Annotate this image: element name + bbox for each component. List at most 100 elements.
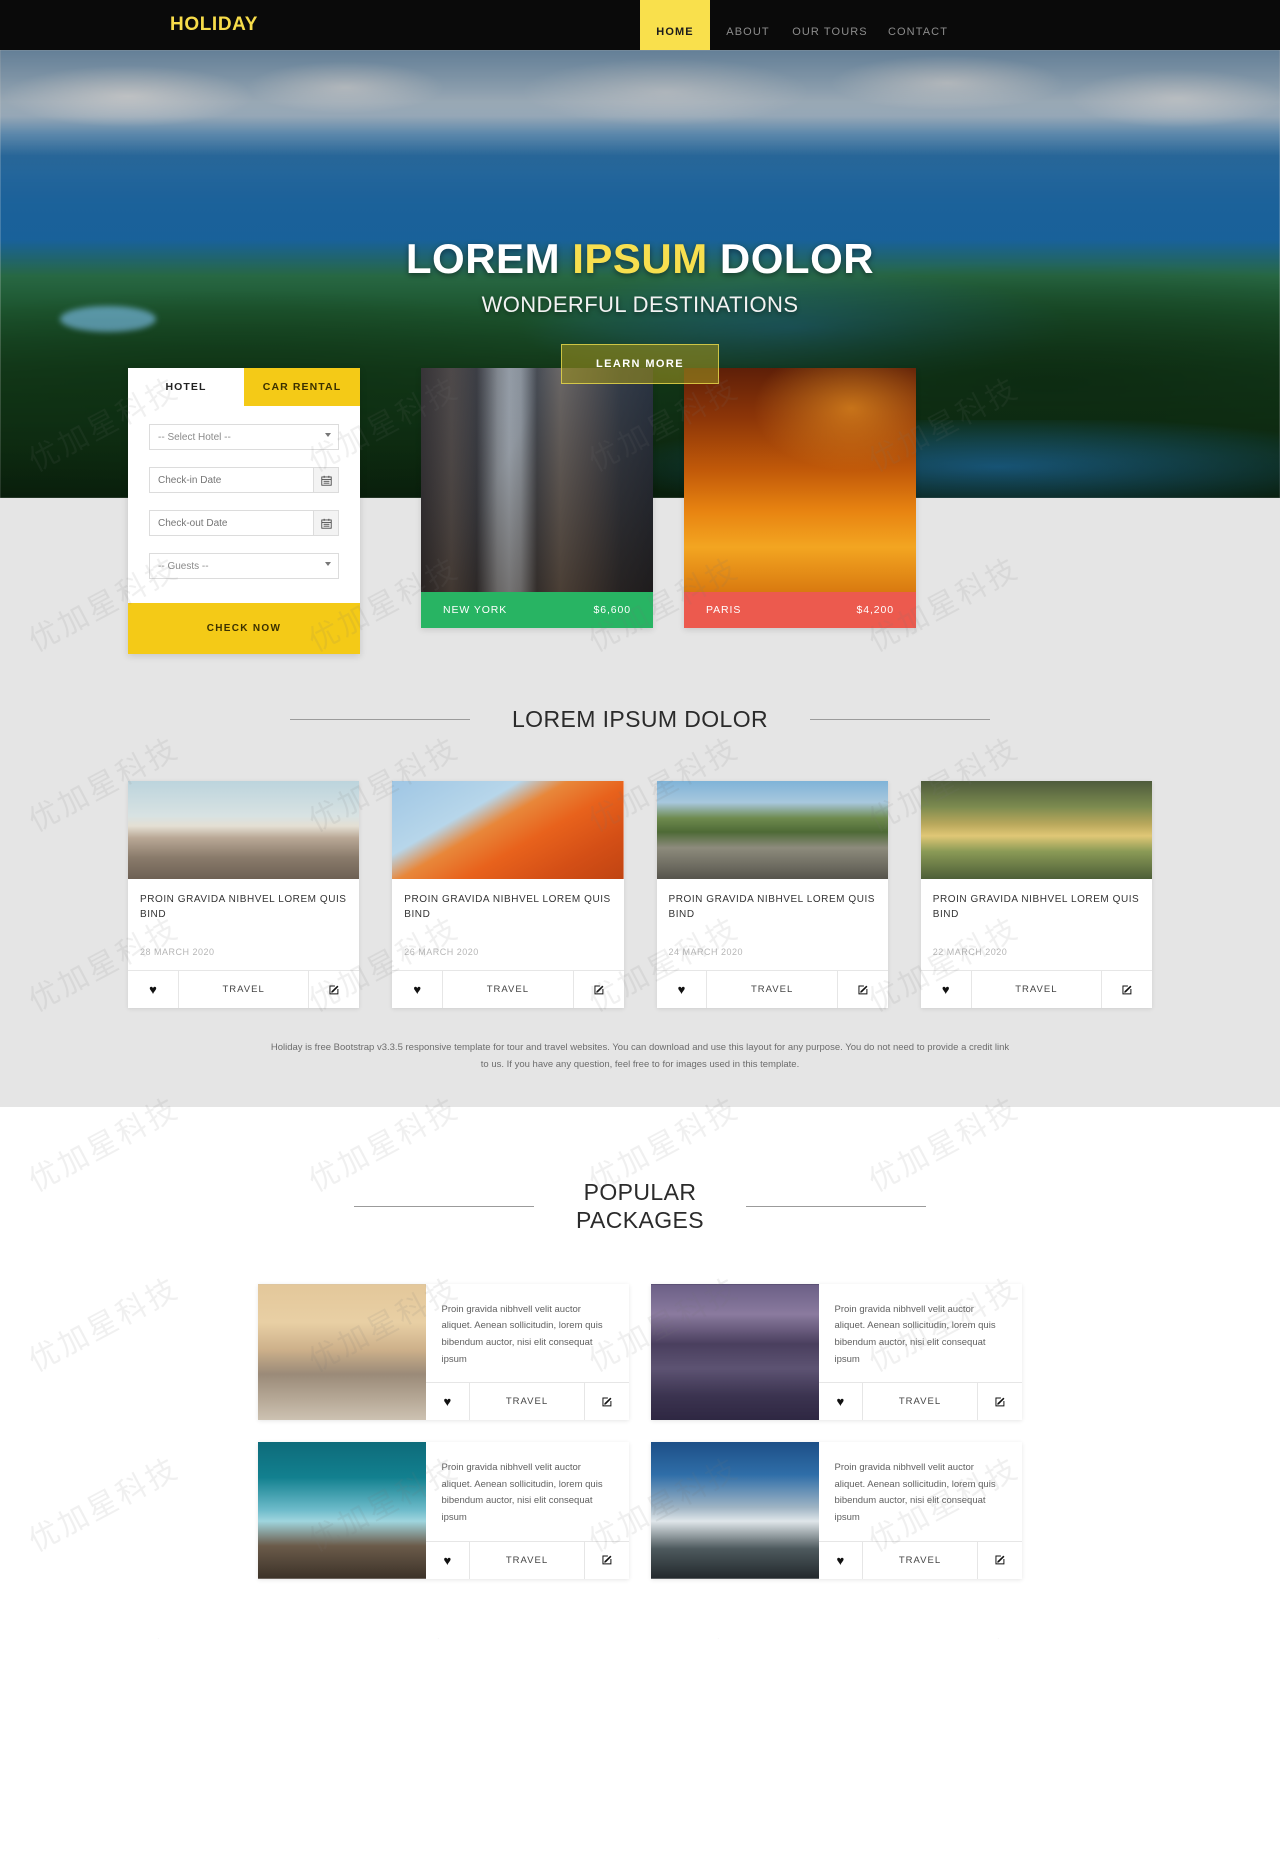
checkin-calendar-icon[interactable] bbox=[313, 467, 339, 493]
checkout-calendar-icon[interactable] bbox=[313, 510, 339, 536]
package-category-label[interactable]: TRAVEL bbox=[863, 1542, 977, 1579]
template-credit-text: Holiday is free Bootstrap v3.3.5 respons… bbox=[270, 1042, 1010, 1070]
tour-card[interactable]: PROIN GRAVIDA NIBHVEL LOREM QUIS BIND 24… bbox=[656, 781, 888, 1009]
destination-image-new-york bbox=[421, 368, 653, 592]
tour-card-footer: ♥ TRAVEL bbox=[656, 970, 888, 1009]
tour-card-footer: ♥ TRAVEL bbox=[920, 970, 1152, 1009]
check-now-button[interactable]: CHECK NOW bbox=[128, 603, 360, 654]
heart-icon[interactable]: ♥ bbox=[426, 1383, 471, 1421]
guests-select-field: -- Guests -- bbox=[149, 553, 339, 579]
tour-date: 22 MARCH 2020 bbox=[932, 947, 1008, 958]
hotel-select[interactable]: -- Select Hotel -- bbox=[149, 424, 339, 450]
divider-right bbox=[810, 719, 990, 721]
package-image-canal bbox=[650, 1283, 819, 1421]
package-category-label[interactable]: TRAVEL bbox=[470, 1383, 584, 1420]
edit-icon[interactable] bbox=[308, 971, 359, 1009]
package-content: Proin gravida nibhvell velit auctor aliq… bbox=[425, 1442, 629, 1579]
tour-body: PROIN GRAVIDA NIBHVEL LOREM QUIS BIND bbox=[392, 879, 623, 947]
heart-icon[interactable]: ♥ bbox=[426, 1541, 471, 1579]
package-card[interactable]: Proin gravida nibhvell velit auctor aliq… bbox=[257, 1442, 629, 1579]
package-card-footer: ♥ TRAVEL bbox=[818, 1540, 1022, 1579]
heart-icon[interactable]: ♥ bbox=[819, 1541, 864, 1579]
booking-widget: HOTEL CAR RENTAL -- Select Hotel -- Chec… bbox=[128, 368, 360, 654]
destination-image-paris bbox=[684, 368, 916, 592]
package-description: Proin gravida nibhvell velit auctor aliq… bbox=[834, 1462, 996, 1523]
package-card[interactable]: Proin gravida nibhvell velit auctor aliq… bbox=[650, 1283, 1022, 1421]
edit-icon[interactable] bbox=[583, 1541, 629, 1579]
package-card-footer: ♥ TRAVEL bbox=[818, 1382, 1022, 1421]
nav-item-about[interactable]: ABOUT bbox=[710, 0, 786, 50]
destination-name: PARIS bbox=[706, 604, 742, 616]
package-description: Proin gravida nibhvell velit auctor aliq… bbox=[441, 1303, 603, 1365]
main-nav: HOME ABOUT OUR TOURS CONTACT bbox=[640, 0, 962, 50]
heart-icon[interactable]: ♥ bbox=[657, 971, 708, 1009]
tour-image-desert bbox=[392, 781, 624, 880]
tour-category-label[interactable]: TRAVEL bbox=[707, 971, 837, 1008]
edit-icon[interactable] bbox=[1101, 971, 1152, 1009]
heart-icon[interactable]: ♥ bbox=[128, 971, 179, 1009]
tour-card[interactable]: PROIN GRAVIDA NIBHVEL LOREM QUIS BIND 22… bbox=[920, 781, 1152, 1009]
edit-icon[interactable] bbox=[572, 971, 624, 1009]
section-title: LOREM IPSUM DOLOR bbox=[511, 706, 768, 732]
booking-form: -- Select Hotel -- Check-in Date Check-o… bbox=[128, 406, 360, 603]
tour-category-label[interactable]: TRAVEL bbox=[972, 971, 1102, 1008]
tour-date: 26 MARCH 2020 bbox=[404, 947, 479, 958]
heart-icon[interactable]: ♥ bbox=[392, 971, 444, 1009]
package-image-pier bbox=[257, 1283, 426, 1421]
tour-date: 28 MARCH 2020 bbox=[140, 947, 215, 958]
destination-price: $4,200 bbox=[856, 604, 894, 616]
checkout-field bbox=[149, 510, 339, 536]
tour-card[interactable]: PROIN GRAVIDA NIBHVEL LOREM QUIS BIND 26… bbox=[392, 781, 624, 1009]
nav-item-our-tours[interactable]: OUR TOURS bbox=[786, 0, 874, 50]
tour-title: PROIN GRAVIDA NIBHVEL LOREM QUIS BIND bbox=[668, 894, 876, 920]
edit-icon[interactable] bbox=[583, 1383, 629, 1421]
destination-card-new-york[interactable]: NEW YORK $6,600 bbox=[421, 368, 653, 628]
destination-card-paris[interactable]: PARIS $4,200 bbox=[684, 368, 916, 628]
page-root: HOLIDAY HOME ABOUT OUR TOURS CONTACT LOR… bbox=[0, 0, 1280, 1639]
tour-body: PROIN GRAVIDA NIBHVEL LOREM QUIS BIND bbox=[128, 879, 359, 947]
tour-image-railway bbox=[656, 781, 888, 880]
destination-bar-paris: PARIS $4,200 bbox=[684, 592, 916, 628]
package-category-label[interactable]: TRAVEL bbox=[470, 1542, 584, 1579]
learn-more-button[interactable]: LEARN MORE bbox=[561, 344, 719, 385]
tour-category-label[interactable]: TRAVEL bbox=[443, 971, 573, 1008]
package-image-mountain bbox=[650, 1442, 819, 1579]
edit-icon[interactable] bbox=[836, 971, 888, 1009]
popular-packages-section: POPULAR PACKAGES Proin gravida nibhvell … bbox=[0, 1107, 1280, 1639]
edit-icon[interactable] bbox=[976, 1541, 1022, 1579]
tour-card[interactable]: PROIN GRAVIDA NIBHVEL LOREM QUIS BIND 28… bbox=[128, 781, 360, 1009]
package-category-label[interactable]: TRAVEL bbox=[863, 1383, 977, 1420]
package-content: Proin gravida nibhvell velit auctor aliq… bbox=[818, 1442, 1022, 1579]
top-navbar: HOLIDAY HOME ABOUT OUR TOURS CONTACT bbox=[0, 0, 1280, 50]
packages-grid: Proin gravida nibhvell velit auctor aliq… bbox=[257, 1234, 1023, 1579]
guests-select[interactable]: -- Guests -- bbox=[149, 553, 339, 579]
edit-icon[interactable] bbox=[976, 1383, 1022, 1421]
package-image-glacier bbox=[257, 1442, 426, 1579]
hero-title-part2: DOLOR bbox=[707, 235, 875, 282]
divider-left bbox=[353, 1206, 534, 1207]
package-card-footer: ♥ TRAVEL bbox=[425, 1540, 629, 1579]
package-card-footer: ♥ TRAVEL bbox=[425, 1382, 629, 1421]
checkout-input[interactable] bbox=[149, 510, 339, 536]
tour-title: PROIN GRAVIDA NIBHVEL LOREM QUIS BIND bbox=[932, 894, 1140, 920]
nav-item-home[interactable]: HOME bbox=[640, 0, 710, 50]
nav-item-contact[interactable]: CONTACT bbox=[874, 0, 962, 50]
package-card[interactable]: Proin gravida nibhvell velit auctor aliq… bbox=[257, 1283, 629, 1421]
tour-body: PROIN GRAVIDA NIBHVEL LOREM QUIS BIND bbox=[921, 879, 1152, 947]
tour-image-avenue bbox=[920, 781, 1152, 880]
destination-bar-new-york: NEW YORK $6,600 bbox=[421, 592, 653, 628]
package-description: Proin gravida nibhvell velit auctor aliq… bbox=[834, 1303, 996, 1365]
tour-title: PROIN GRAVIDA NIBHVEL LOREM QUIS BIND bbox=[404, 894, 611, 920]
divider-left bbox=[289, 719, 470, 721]
package-description: Proin gravida nibhvell velit auctor aliq… bbox=[441, 1462, 603, 1523]
section-title: POPULAR PACKAGES bbox=[575, 1179, 705, 1233]
checkin-input[interactable] bbox=[149, 467, 339, 493]
tour-image-pier bbox=[128, 781, 360, 880]
heart-icon[interactable]: ♥ bbox=[921, 971, 972, 1009]
package-content: Proin gravida nibhvell velit auctor aliq… bbox=[425, 1284, 629, 1421]
tour-category-label[interactable]: TRAVEL bbox=[179, 971, 309, 1008]
heart-icon[interactable]: ♥ bbox=[819, 1383, 864, 1421]
hero-title: LOREM IPSUM DOLOR bbox=[0, 235, 1280, 282]
site-logo[interactable]: HOLIDAY bbox=[170, 14, 258, 36]
package-card[interactable]: Proin gravida nibhvell velit auctor aliq… bbox=[650, 1442, 1022, 1579]
